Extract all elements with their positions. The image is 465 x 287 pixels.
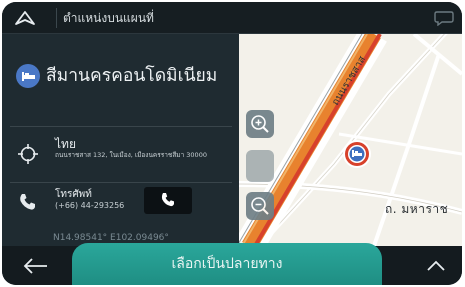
bed-icon — [22, 72, 35, 81]
divider — [10, 182, 232, 183]
zoom-out-icon — [251, 197, 269, 215]
zoom-in-button[interactable] — [246, 110, 274, 138]
top-bar: ตำแหน่งบนแผนที่ — [2, 2, 462, 34]
call-button[interactable] — [144, 187, 192, 214]
poi-map-marker[interactable] — [343, 140, 371, 168]
country-label: ไทย — [55, 137, 76, 151]
poi-category-badge — [16, 64, 40, 88]
address-row[interactable]: ไทย ถนนราชสาส 132, ในเมือง, เมืองนครราชส… — [2, 132, 239, 178]
place-info-panel: สีมานครคอนโดมิเนียม ไทย ถนนราชสาส 132, ใ… — [2, 34, 239, 246]
zoom-slider[interactable] — [246, 150, 274, 182]
poi-name: สีมานครคอนโดมิเนียม — [46, 66, 218, 86]
address-text: ถนนราชสาส 132, ในเมือง, เมืองนครราชสีมา … — [55, 151, 207, 159]
road-label: ถ. มหาราช — [385, 202, 449, 216]
map-view[interactable]: ถนนราชสาส ถ. มหาราช — [239, 34, 462, 246]
zoom-in-icon — [251, 115, 269, 133]
phone-icon — [161, 193, 174, 207]
divider — [10, 126, 232, 127]
phone-icon — [20, 194, 35, 210]
chevron-up-icon[interactable] — [424, 258, 448, 274]
arrow-left-icon[interactable] — [22, 256, 50, 276]
poi-header: สีมานครคอนโดมิเนียม — [2, 52, 239, 108]
phone-row: โทรศัพท์ (+66) 44-293256 — [2, 184, 239, 220]
speech-bubble-icon[interactable] — [433, 10, 455, 26]
crosshair-icon — [18, 144, 38, 164]
phone-label: โทรศัพท์ — [55, 189, 92, 200]
navigation-screen: ตำแหน่งบนแผนที่ สีมานครคอนโดมิเนียม ไทย … — [2, 2, 462, 285]
select-as-destination-button[interactable]: เลือกเป็นปลายทาง — [72, 243, 382, 285]
zoom-out-button[interactable] — [246, 192, 274, 220]
search-field[interactable]: ตำแหน่งบนแผนที่ — [56, 8, 386, 28]
navigation-arrow-icon[interactable] — [14, 10, 36, 26]
phone-number: (+66) 44-293256 — [55, 201, 125, 210]
bottom-bar: เลือกเป็นปลายทาง — [2, 243, 462, 285]
